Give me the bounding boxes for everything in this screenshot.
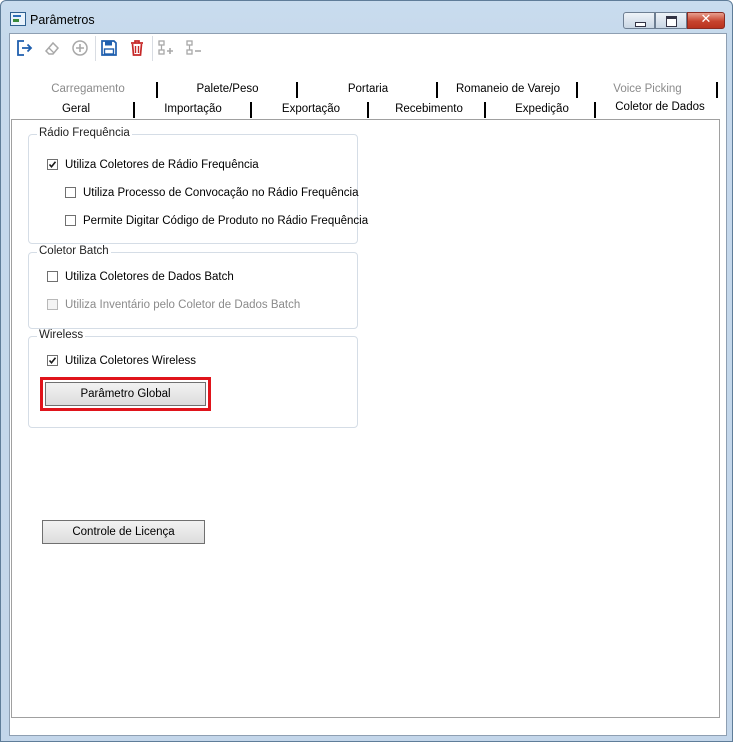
tab-panel-coletor-de-dados: Rádio Frequência Utiliza Coletores de Rá… (11, 119, 720, 718)
delete-button[interactable] (124, 36, 150, 61)
save-icon (101, 40, 117, 56)
checkbox-processo-convocacao[interactable] (65, 187, 76, 198)
controle-de-licenca-button[interactable]: Controle de Licença (42, 520, 205, 544)
title-bar[interactable]: Parâmetros ✕ (1, 1, 732, 34)
window-title: Parâmetros (30, 13, 95, 27)
checkbox-label: Utiliza Coletores de Rádio Frequência (65, 159, 259, 171)
client-area: Carregamento Palete/Peso Portaria Romane… (9, 33, 727, 736)
tab-carregamento[interactable]: Carregamento (38, 80, 138, 99)
clear-button[interactable] (39, 36, 65, 61)
tab-geral[interactable]: Geral (50, 100, 102, 119)
close-icon: ✕ (700, 12, 712, 27)
tab-divider (296, 82, 298, 98)
add-button[interactable] (67, 36, 93, 61)
remove-item-button[interactable] (181, 36, 207, 61)
checkbox-digitar-codigo-produto[interactable] (65, 215, 76, 226)
eraser-icon (44, 41, 60, 55)
parametro-global-button[interactable]: Parâmetro Global (45, 382, 206, 406)
minimize-button[interactable] (623, 12, 655, 29)
group-title-radio-frequencia: Rádio Frequência (37, 127, 132, 139)
tab-divider (716, 82, 718, 98)
tab-panel-border (12, 119, 719, 120)
checkmark-icon (48, 357, 57, 365)
delete-icon (131, 40, 143, 56)
checkbox-utiliza-coletores-rf[interactable] (47, 159, 58, 170)
add-item-icon (158, 40, 173, 55)
add-circle-icon (72, 40, 88, 56)
group-coletor-batch: Coletor Batch Utiliza Coletores de Dados… (28, 245, 358, 329)
tab-expedicao[interactable]: Expedição (506, 100, 578, 119)
checkbox-coletores-batch[interactable] (47, 271, 58, 282)
tab-romaneio-de-varejo[interactable]: Romaneio de Varejo (450, 80, 566, 99)
group-wireless: Wireless Utiliza Coletores Wireless Parâ… (28, 329, 358, 428)
group-radio-frequencia: Rádio Frequência Utiliza Coletores de Rá… (28, 127, 368, 244)
tab-importacao[interactable]: Importação (156, 100, 230, 119)
tab-coletor-de-dados[interactable]: Coletor de Dados (608, 98, 712, 117)
group-title-coletor-batch: Coletor Batch (37, 245, 111, 257)
tab-divider (156, 82, 158, 98)
checkbox-label: Utiliza Coletores de Dados Batch (65, 271, 234, 283)
tab-strip: Carregamento Palete/Peso Portaria Romane… (10, 77, 726, 119)
checkmark-icon (48, 161, 57, 169)
app-icon (10, 12, 26, 26)
group-title-wireless: Wireless (37, 329, 86, 341)
maximize-icon (666, 16, 677, 27)
tab-divider (367, 102, 369, 118)
exit-button[interactable] (11, 36, 37, 61)
close-button[interactable]: ✕ (687, 12, 725, 29)
remove-item-icon (186, 40, 201, 55)
tab-divider (576, 82, 578, 98)
tab-divider (436, 82, 438, 98)
checkbox-inventario-batch (47, 299, 58, 310)
checkbox-label: Utiliza Processo de Convocação no Rádio … (83, 187, 359, 199)
save-button[interactable] (96, 36, 122, 61)
maximize-button[interactable] (655, 12, 687, 29)
tab-divider (484, 102, 486, 118)
toolbar (11, 34, 211, 63)
checkbox-label: Permite Digitar Código de Produto no Rád… (83, 215, 369, 227)
application-window: Parâmetros ✕ Carregamento Palete/Peso Po… (0, 0, 733, 742)
add-item-button[interactable] (153, 36, 179, 61)
tab-voice-picking[interactable]: Voice Picking (600, 80, 695, 99)
tab-palete-peso[interactable]: Palete/Peso (180, 80, 275, 99)
minimize-icon (635, 22, 646, 27)
checkbox-label: Utiliza Coletores Wireless (65, 355, 197, 367)
tab-divider (133, 102, 135, 118)
tab-exportacao[interactable]: Exportação (272, 100, 350, 119)
checkbox-coletores-wireless[interactable] (47, 355, 58, 366)
tab-recebimento[interactable]: Recebimento (386, 100, 472, 119)
tab-divider (250, 102, 252, 118)
tab-divider (594, 102, 596, 118)
tab-portaria[interactable]: Portaria (328, 80, 408, 99)
checkbox-label: Utiliza Inventário pelo Coletor de Dados… (65, 299, 301, 311)
exit-icon (17, 40, 33, 56)
